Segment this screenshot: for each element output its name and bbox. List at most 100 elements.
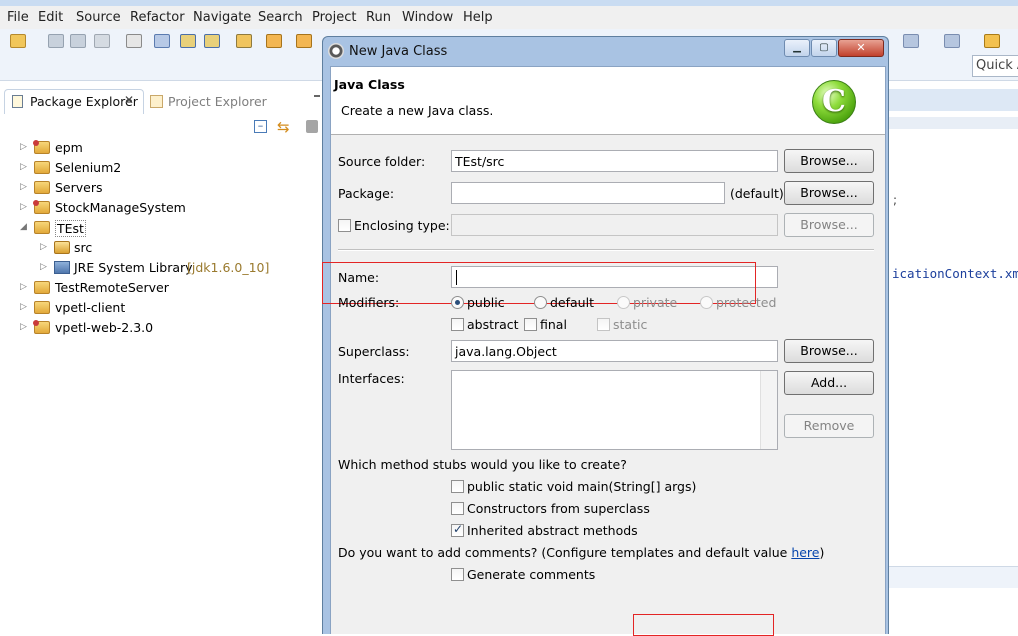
modifier-final-checkbox[interactable] bbox=[524, 318, 537, 331]
package-browse-button[interactable]: Browse... bbox=[784, 181, 874, 205]
source-folder-browse-button[interactable]: Browse... bbox=[784, 149, 874, 173]
interfaces-list[interactable] bbox=[451, 370, 778, 450]
source-folder-field[interactable]: TEst/src bbox=[451, 150, 778, 172]
package-explorer-icon bbox=[12, 95, 23, 108]
toggle-breakpoint-icon[interactable] bbox=[154, 34, 170, 48]
banner-title: Java Class bbox=[334, 77, 405, 92]
expand-arrow-icon[interactable]: ▷ bbox=[40, 262, 47, 272]
menu-refactor[interactable]: Refactor bbox=[130, 10, 185, 25]
modifier-protected-label: protected bbox=[716, 295, 777, 310]
generate-comments-checkbox[interactable] bbox=[451, 568, 464, 581]
next-annotation-icon[interactable] bbox=[180, 34, 196, 48]
project-icon bbox=[33, 140, 50, 154]
modifier-default-label: default bbox=[550, 295, 594, 310]
menu-edit[interactable]: Edit bbox=[38, 10, 63, 25]
tree-item-label: Servers bbox=[55, 180, 103, 195]
highlight-annotation-box-bottom bbox=[633, 614, 774, 636]
editor-text: icationContext.xml bbox=[892, 266, 1018, 281]
tree-item[interactable]: ▷ vpetl-web-2.3.0 bbox=[0, 319, 318, 337]
tree-item[interactable]: ▷ src bbox=[0, 239, 318, 257]
expand-arrow-icon[interactable]: ▷ bbox=[20, 182, 27, 192]
perspective-icon[interactable] bbox=[903, 34, 919, 48]
menu-project[interactable]: Project bbox=[312, 10, 356, 25]
bottom-panel-tabbar bbox=[887, 566, 1018, 588]
modifier-private-radio bbox=[617, 296, 630, 309]
project-icon bbox=[33, 200, 50, 214]
package-field[interactable] bbox=[451, 182, 725, 204]
superclass-browse-button[interactable]: Browse... bbox=[784, 339, 874, 363]
tree-item[interactable]: ▷ JRE System Library [jdk1.6.0_10] bbox=[0, 259, 318, 277]
menu-help[interactable]: Help bbox=[463, 10, 493, 25]
tab-project-explorer[interactable]: Project Explorer bbox=[168, 94, 267, 109]
collapse-arrow-icon[interactable]: ◢ bbox=[20, 222, 27, 232]
modifier-protected-radio bbox=[700, 296, 713, 309]
expand-arrow-icon[interactable]: ▷ bbox=[20, 282, 27, 292]
view-menu-icon[interactable] bbox=[306, 120, 318, 133]
expand-arrow-icon[interactable]: ▷ bbox=[20, 162, 27, 172]
source-folder-label: Source folder: bbox=[338, 154, 426, 169]
tree-item[interactable]: ▷ Selenium2 bbox=[0, 159, 318, 177]
menu-search[interactable]: Search bbox=[258, 10, 303, 25]
collapse-all-icon[interactable]: – bbox=[254, 120, 267, 133]
package-default-hint: (default) bbox=[730, 186, 784, 201]
interfaces-add-button[interactable]: Add... bbox=[784, 371, 874, 395]
save-all-icon[interactable] bbox=[70, 34, 86, 48]
stub-constructors-checkbox[interactable] bbox=[451, 502, 464, 515]
forward-history-icon[interactable] bbox=[296, 34, 312, 48]
stub-main-label: public static void main(String[] args) bbox=[467, 479, 697, 494]
tree-item-label: TEst bbox=[55, 220, 86, 237]
back-icon[interactable] bbox=[984, 34, 1000, 48]
menu-window[interactable]: Window bbox=[402, 10, 453, 25]
tree-item[interactable]: ◢ TEst bbox=[0, 219, 318, 237]
modifier-default-radio[interactable] bbox=[534, 296, 547, 309]
expand-arrow-icon[interactable]: ▷ bbox=[20, 302, 27, 312]
modifier-static-label: static bbox=[613, 317, 648, 332]
close-window-button[interactable]: ✕ bbox=[838, 39, 884, 57]
maximize-button[interactable]: ▢ bbox=[811, 39, 837, 57]
minimize-view-icon[interactable] bbox=[314, 95, 320, 97]
tree-item[interactable]: ▷ TestRemoteServer bbox=[0, 279, 318, 297]
editor-tabbar bbox=[887, 89, 1018, 111]
binary-icon[interactable] bbox=[126, 34, 142, 48]
minimize-button[interactable]: ▁ bbox=[784, 39, 810, 57]
tree-item[interactable]: ▷ vpetl-client bbox=[0, 299, 318, 317]
last-edit-icon[interactable] bbox=[944, 34, 960, 48]
print-icon[interactable] bbox=[94, 34, 110, 48]
dialog-title: New Java Class bbox=[349, 44, 448, 59]
menu-navigate[interactable]: Navigate bbox=[193, 10, 251, 25]
superclass-field[interactable]: java.lang.Object bbox=[451, 340, 778, 362]
back-history-icon[interactable] bbox=[266, 34, 282, 48]
tree-item[interactable]: ▷ Servers bbox=[0, 179, 318, 197]
link-with-editor-icon[interactable]: ⇆ bbox=[277, 118, 290, 136]
menu-source[interactable]: Source bbox=[76, 10, 121, 25]
expand-arrow-icon[interactable]: ▷ bbox=[20, 142, 27, 152]
enclosing-type-checkbox[interactable] bbox=[338, 219, 351, 232]
eclipse-icon bbox=[328, 43, 344, 59]
modifier-public-radio[interactable] bbox=[451, 296, 464, 309]
comments-question-text: Do you want to add comments? (Configure … bbox=[338, 545, 792, 560]
java-class-logo-icon: C bbox=[812, 80, 856, 124]
tree-item[interactable]: ▷ epm bbox=[0, 139, 318, 157]
modifier-static-checkbox bbox=[597, 318, 610, 331]
prev-annotation-icon[interactable] bbox=[204, 34, 220, 48]
tree-item-label: epm bbox=[55, 140, 83, 155]
stub-main-checkbox[interactable] bbox=[451, 480, 464, 493]
package-label: Package: bbox=[338, 186, 395, 201]
new-wizard-icon[interactable] bbox=[10, 34, 26, 48]
modifier-abstract-checkbox[interactable] bbox=[451, 318, 464, 331]
tree-item[interactable]: ▷ StockManageSystem bbox=[0, 199, 318, 217]
menu-file[interactable]: File bbox=[7, 10, 29, 25]
expand-arrow-icon[interactable]: ▷ bbox=[20, 202, 27, 212]
editor-ruler bbox=[887, 117, 1018, 129]
menu-run[interactable]: Run bbox=[366, 10, 391, 25]
open-type-icon[interactable] bbox=[236, 34, 252, 48]
expand-arrow-icon[interactable]: ▷ bbox=[20, 322, 27, 332]
configure-templates-link[interactable]: here bbox=[791, 545, 819, 560]
interfaces-scrollbar[interactable] bbox=[760, 371, 777, 449]
quick-access-input[interactable]: Quick A bbox=[972, 55, 1018, 77]
expand-arrow-icon[interactable]: ▷ bbox=[40, 242, 47, 252]
close-icon[interactable]: ✕ bbox=[124, 93, 134, 107]
stub-inherited-checkbox[interactable]: ✓ bbox=[451, 522, 464, 537]
save-icon[interactable] bbox=[48, 34, 64, 48]
modifiers-label: Modifiers: bbox=[338, 295, 400, 310]
